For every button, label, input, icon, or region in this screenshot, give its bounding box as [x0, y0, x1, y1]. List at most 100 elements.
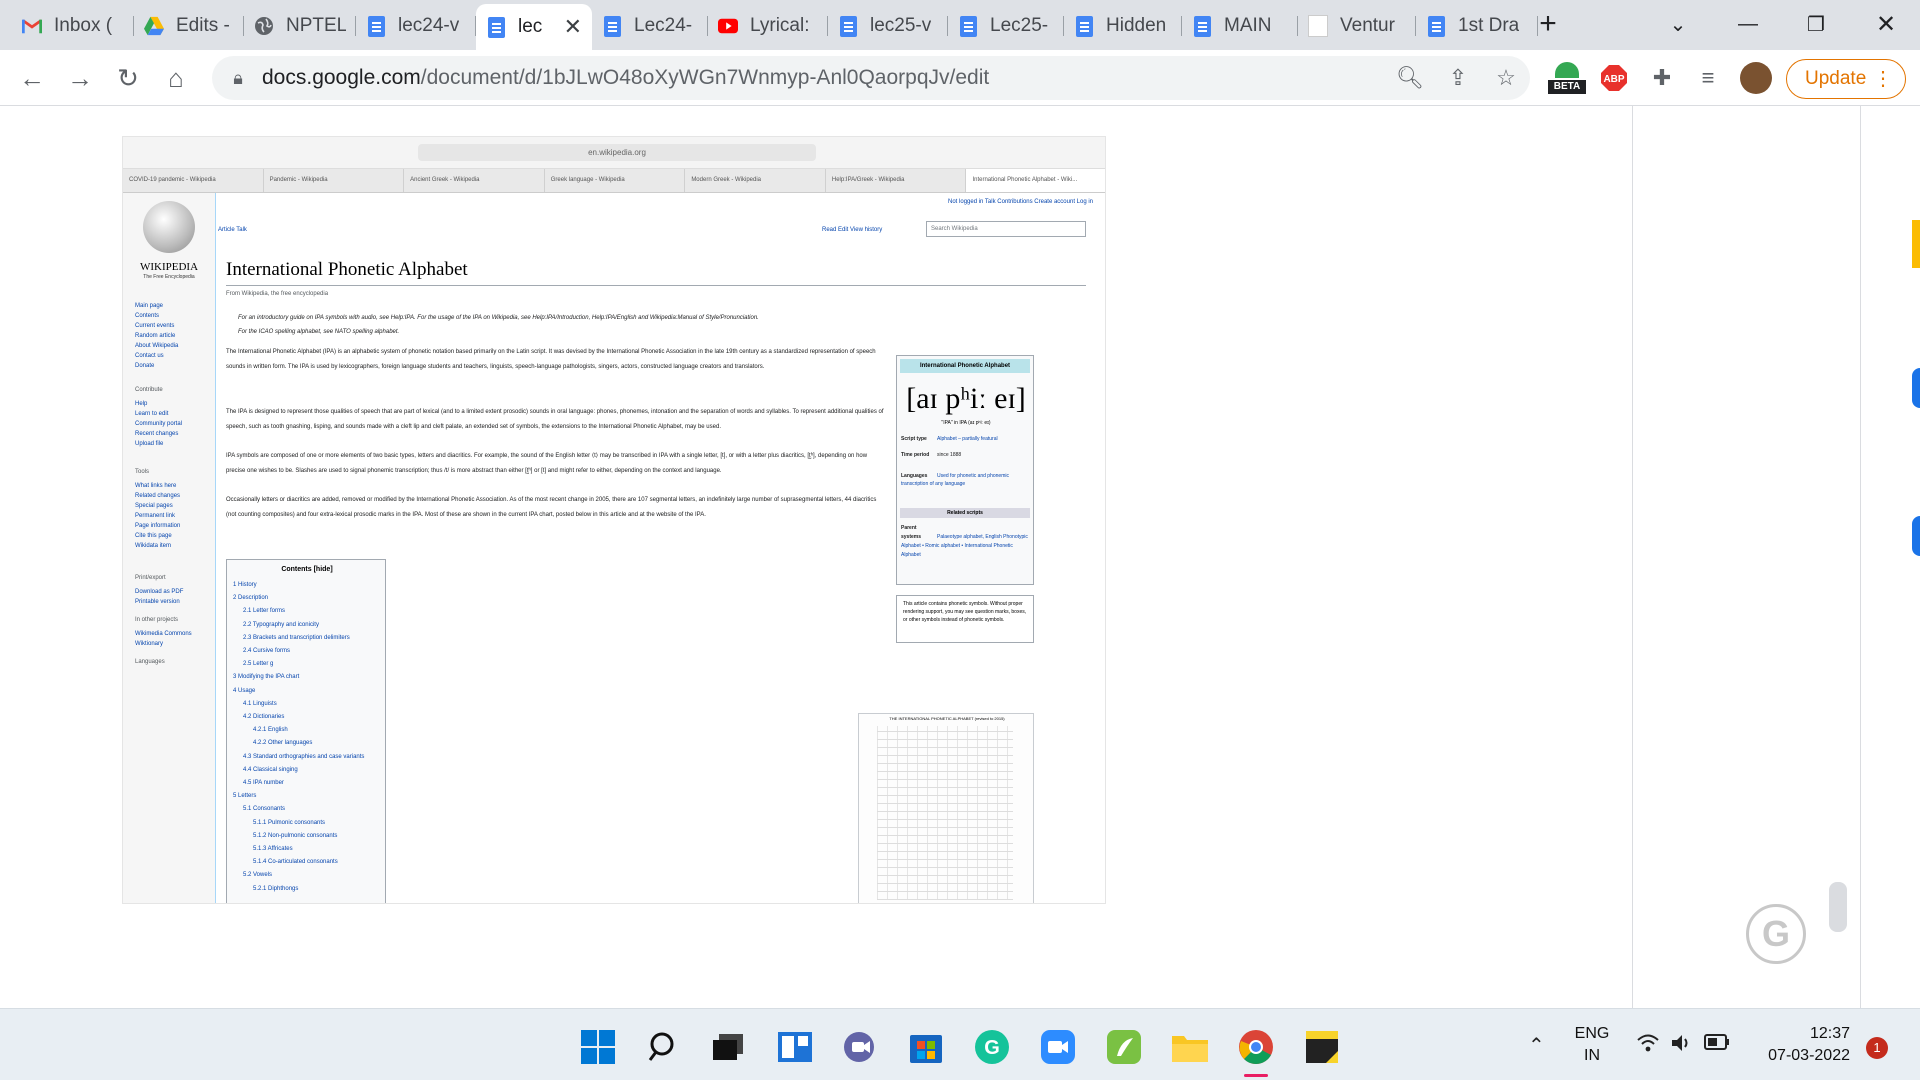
pasted-wikipedia-screenshot[interactable]: en.wikipedia.org COVID-19 pandemic - Wik…: [122, 136, 1106, 904]
tab-main[interactable]: MAIN: [1182, 8, 1298, 44]
chevron-up-icon[interactable]: ⌃: [1528, 1033, 1545, 1058]
task-view-icon[interactable]: [708, 1027, 748, 1067]
url-text[interactable]: docs.google.com/document/d/1bJLwO48oXyWG…: [262, 66, 989, 90]
keep-icon[interactable]: [1912, 220, 1920, 268]
tab-lec25[interactable]: Lec25-: [948, 8, 1064, 44]
notification-badge[interactable]: 1: [1866, 1037, 1888, 1059]
tab-lec-active[interactable]: lec ✕: [476, 4, 592, 50]
search-icon[interactable]: [644, 1027, 684, 1067]
infobox-ipa: [aɪ pʰiː eɪ]: [906, 382, 1026, 415]
grammarly-icon[interactable]: G: [1746, 904, 1806, 964]
toc-item: 2.1 Letter forms: [243, 608, 286, 615]
wp-print-list: Download as PDF Printable version: [135, 589, 184, 605]
extensions-puzzle-icon[interactable]: ✚: [1646, 62, 1678, 94]
language-indicator[interactable]: ENG IN: [1566, 1023, 1618, 1067]
avatar[interactable]: [1740, 62, 1772, 94]
screenshot-url: en.wikipedia.org: [418, 144, 816, 161]
zoom-app-icon[interactable]: [1038, 1027, 1078, 1067]
wp-paragraph: Occasionally letters or diacritics are a…: [226, 497, 877, 518]
close-tab-icon[interactable]: ✕: [558, 14, 582, 40]
widgets-icon[interactable]: [775, 1027, 815, 1067]
tab-lec24[interactable]: Lec24-: [592, 8, 708, 44]
docs-content: en.wikipedia.org COVID-19 pandemic - Wik…: [0, 106, 1920, 1008]
back-arrow-icon[interactable]: ←: [14, 60, 50, 96]
toc-item: 5.2 Vowels: [243, 872, 273, 879]
battery-icon[interactable]: [1704, 1033, 1730, 1057]
address-bar[interactable]: 🔒︎ docs.google.com/document/d/1bJLwO48oX…: [212, 56, 1530, 100]
teams-chat-icon[interactable]: [840, 1027, 880, 1067]
home-icon[interactable]: ⌂: [158, 60, 194, 96]
reading-list-icon[interactable]: ≡: [1692, 62, 1724, 94]
adblock-icon[interactable]: ABP: [1598, 62, 1630, 94]
wp-print-heading: Print/export: [135, 575, 166, 581]
reload-icon[interactable]: ↻: [110, 60, 146, 96]
scrollbar-thumb[interactable]: [1829, 882, 1847, 932]
wp-table-of-contents: Contents [hide] 1 History 2 Description 2.…: [226, 559, 386, 903]
restore-button[interactable]: ❐: [1798, 6, 1834, 42]
tab-gmail[interactable]: Inbox (: [12, 8, 134, 44]
toc-item: 4 Usage: [233, 687, 256, 694]
ipa-chart-caption: THE INTERNATIONAL PHONETIC ALPHABET (rev…: [889, 716, 1005, 721]
zoom-icon[interactable]: 🔍︎: [1396, 64, 1424, 92]
wikipedia-wordmark: WIKIPEDIA: [139, 261, 199, 273]
clock[interactable]: 12:37 07-03-2022: [1740, 1023, 1850, 1067]
windows-start-icon[interactable]: [578, 1027, 618, 1067]
chrome-icon[interactable]: [1236, 1027, 1276, 1077]
file-explorer-icon[interactable]: [1170, 1027, 1210, 1067]
tab-youtube-lyrical[interactable]: Lyrical:: [708, 8, 828, 44]
tasks-icon[interactable]: [1912, 368, 1920, 408]
chrome-window: Inbox ( Edits - NPTEL lec24-v lec ✕ Lec2…: [0, 0, 1920, 1008]
document-canvas[interactable]: en.wikipedia.org COVID-19 pandemic - Wik…: [0, 106, 1847, 1008]
wikipedia-globe-logo: [143, 201, 195, 253]
tab-1st-draft[interactable]: 1st Dra: [1416, 8, 1538, 44]
toc-item: 1 History: [233, 582, 257, 588]
infobox-row: Time period since 1888: [901, 452, 962, 458]
wp-paragraph: The IPA is designed to represent those q…: [226, 409, 884, 430]
wp-languages-heading: Languages: [135, 659, 165, 665]
active-app-indicator: [1244, 1074, 1268, 1077]
tab-lec24-v[interactable]: lec24-v: [356, 8, 476, 44]
microsoft-store-icon[interactable]: [906, 1027, 946, 1067]
toc-item: 4.2 Dictionaries: [243, 714, 285, 720]
drive-icon: [144, 15, 164, 37]
more-vert-icon: ⋮: [1873, 68, 1893, 90]
svg-text:G: G: [984, 1037, 1000, 1059]
grammarly-app-icon[interactable]: G: [972, 1027, 1012, 1067]
screenshot-tab: Pandemic - Wikipedia: [264, 169, 405, 192]
contacts-icon[interactable]: [1912, 516, 1920, 556]
new-tab-button[interactable]: +: [1530, 6, 1566, 42]
wp-phonetic-notice: This article contains phonetic symbols. …: [896, 595, 1034, 643]
toc-item: 4.2.1 English: [253, 727, 288, 734]
tab-ventur[interactable]: Ventur: [1298, 8, 1416, 44]
tab-label: Inbox (: [54, 15, 113, 36]
wifi-icon[interactable]: [1636, 1033, 1660, 1059]
lock-icon[interactable]: 🔒︎: [224, 64, 252, 92]
close-window-button[interactable]: ✕: [1868, 6, 1904, 42]
volume-icon[interactable]: [1670, 1033, 1694, 1059]
screenshot-tabs: COVID-19 pandemic - Wikipedia Pandemic -…: [123, 169, 1105, 193]
tab-drive[interactable]: Edits -: [134, 8, 244, 44]
tab-hidden[interactable]: Hidden: [1064, 8, 1182, 44]
bookmark-star-icon[interactable]: ☆: [1492, 64, 1520, 92]
wp-view-tabs: Read Edit View history: [822, 227, 883, 233]
sticky-notes-icon[interactable]: [1302, 1027, 1342, 1067]
tab-nptel[interactable]: NPTEL: [244, 8, 356, 44]
minimize-button[interactable]: —: [1730, 6, 1766, 42]
forward-arrow-icon[interactable]: →: [62, 60, 98, 96]
tab-search-chevron-icon[interactable]: ⌄: [1660, 6, 1696, 42]
share-icon[interactable]: ⇪: [1444, 64, 1472, 92]
infobox-row: Script type Alphabet – partially featural: [901, 436, 998, 442]
wp-other-list: Wikimedia Commons Wiktionary: [135, 631, 192, 647]
wp-paragraph: The International Phonetic Alphabet (IPA…: [226, 349, 876, 370]
wp-contribute-list: Help Learn to edit Community portal Recent …: [135, 401, 183, 447]
update-button[interactable]: Update ⋮: [1786, 59, 1906, 99]
toc-item: 2.5 Letter g: [243, 661, 274, 668]
evernote-icon[interactable]: [1104, 1027, 1144, 1067]
tab-lec25-v[interactable]: lec25-v: [828, 8, 948, 44]
blank-page-icon: [1308, 15, 1328, 37]
wp-tools-list: What links here Related changes Special pa…: [135, 483, 181, 549]
beta-extension-icon[interactable]: BETA: [1548, 62, 1586, 94]
tab-label: Hidden: [1106, 15, 1167, 36]
toc-item: 3 Modifying the IPA chart: [233, 674, 300, 681]
wp-nav-list: Main page Contents Current events Random ar…: [135, 303, 179, 369]
